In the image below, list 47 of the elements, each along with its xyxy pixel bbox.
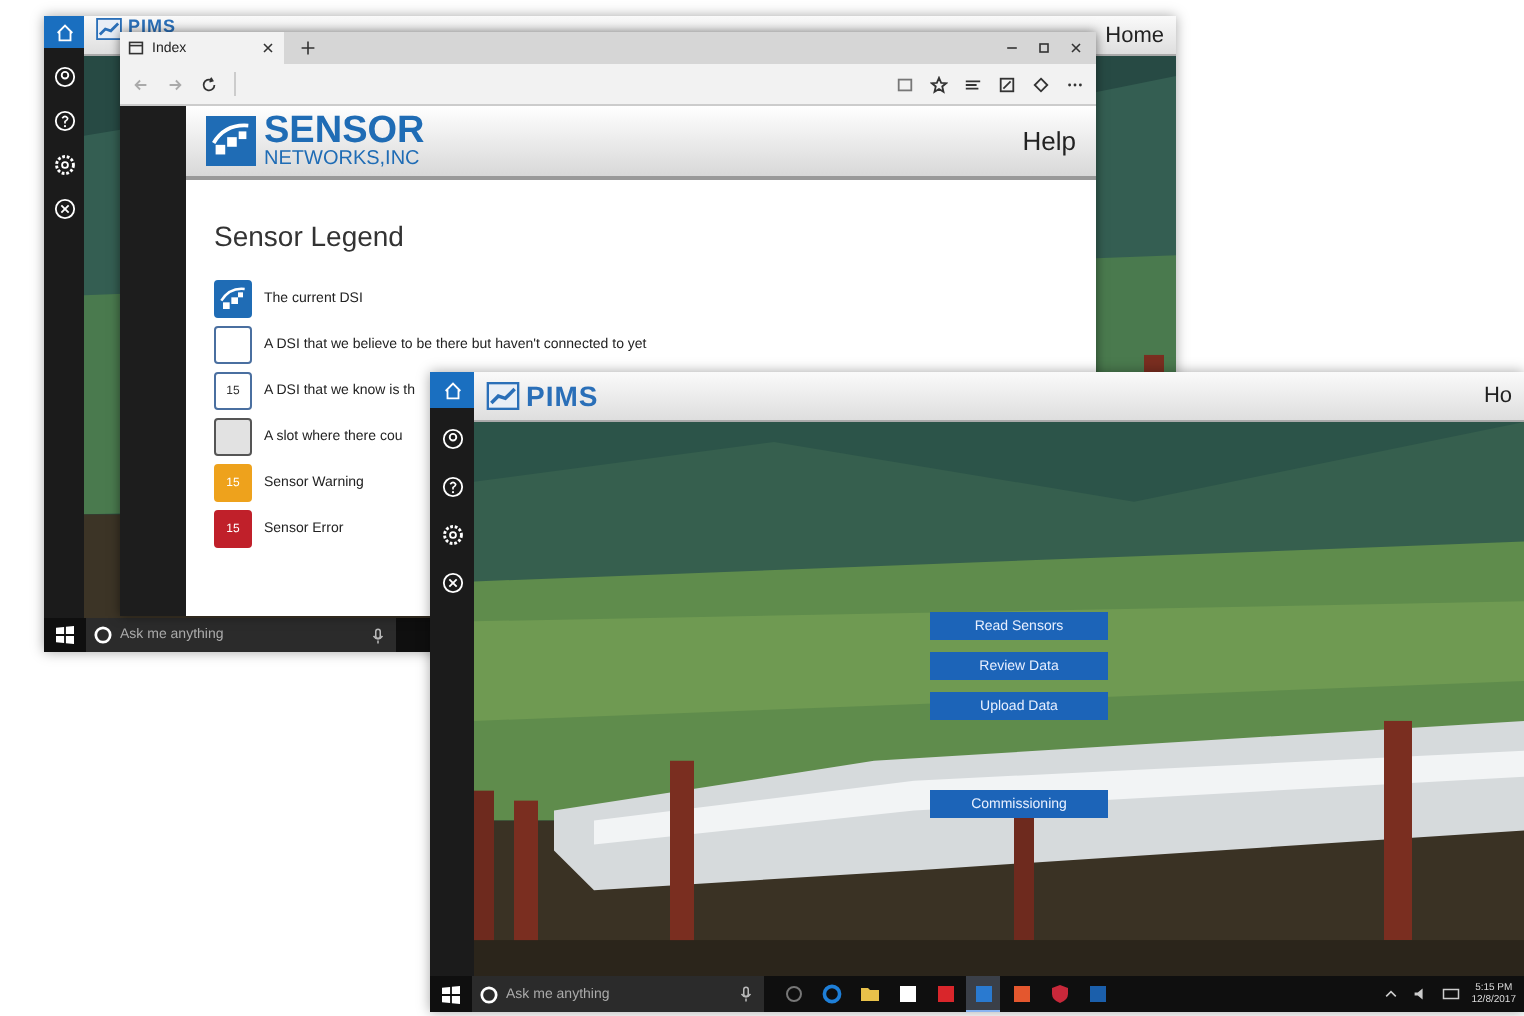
star-icon[interactable] [930, 75, 948, 93]
close-icon[interactable] [1068, 40, 1084, 56]
company-subtitle: NETWORKS,INC [264, 147, 422, 169]
circle-icon [480, 985, 498, 1003]
close-icon[interactable] [260, 40, 276, 56]
company-name: SENSOR [264, 113, 425, 147]
logo-icon [486, 382, 520, 410]
reading-view-icon[interactable] [896, 75, 914, 93]
share-icon[interactable] [1032, 75, 1050, 93]
browser-icon [821, 984, 841, 1004]
close-icon [441, 571, 463, 593]
section-heading: Sensor Legend [214, 220, 406, 252]
maximize-icon[interactable] [1036, 40, 1052, 56]
page-icon [128, 40, 144, 56]
app-icon [1087, 984, 1107, 1004]
hub-icon[interactable] [964, 75, 982, 93]
legend-swatch [214, 418, 252, 456]
keyboard-icon[interactable] [1441, 986, 1460, 1002]
page-title: Help [1022, 126, 1076, 156]
shield-icon [1049, 984, 1069, 1004]
user-icon [53, 65, 75, 87]
folder-icon [859, 984, 879, 1004]
settings-icon [441, 523, 463, 545]
windows-icon[interactable] [56, 626, 74, 644]
microphone-icon[interactable] [740, 986, 752, 1002]
task-view-icon [783, 984, 803, 1004]
home-link[interactable]: Home [1105, 18, 1164, 48]
logo-icon [96, 18, 122, 40]
microphone-icon[interactable] [372, 627, 384, 643]
user-icon [441, 427, 463, 449]
help-icon [441, 475, 463, 497]
home-icon [441, 379, 463, 401]
home-icon [53, 21, 75, 43]
windows-icon[interactable] [442, 985, 460, 1003]
caret-icon[interactable] [1381, 986, 1400, 1002]
settings-icon [53, 153, 75, 175]
home-link[interactable]: Ho [1483, 384, 1512, 408]
legend-swatch [214, 326, 252, 364]
pen-icon[interactable] [998, 75, 1016, 93]
logo-icon [206, 116, 256, 166]
close-icon [53, 197, 75, 219]
new-tab-icon[interactable] [300, 40, 316, 56]
circle-icon [94, 626, 112, 644]
help-icon [53, 109, 75, 131]
app-logo: PIMS [526, 380, 599, 412]
refresh-icon[interactable] [200, 75, 218, 93]
app-logo: PIMS [128, 18, 177, 36]
